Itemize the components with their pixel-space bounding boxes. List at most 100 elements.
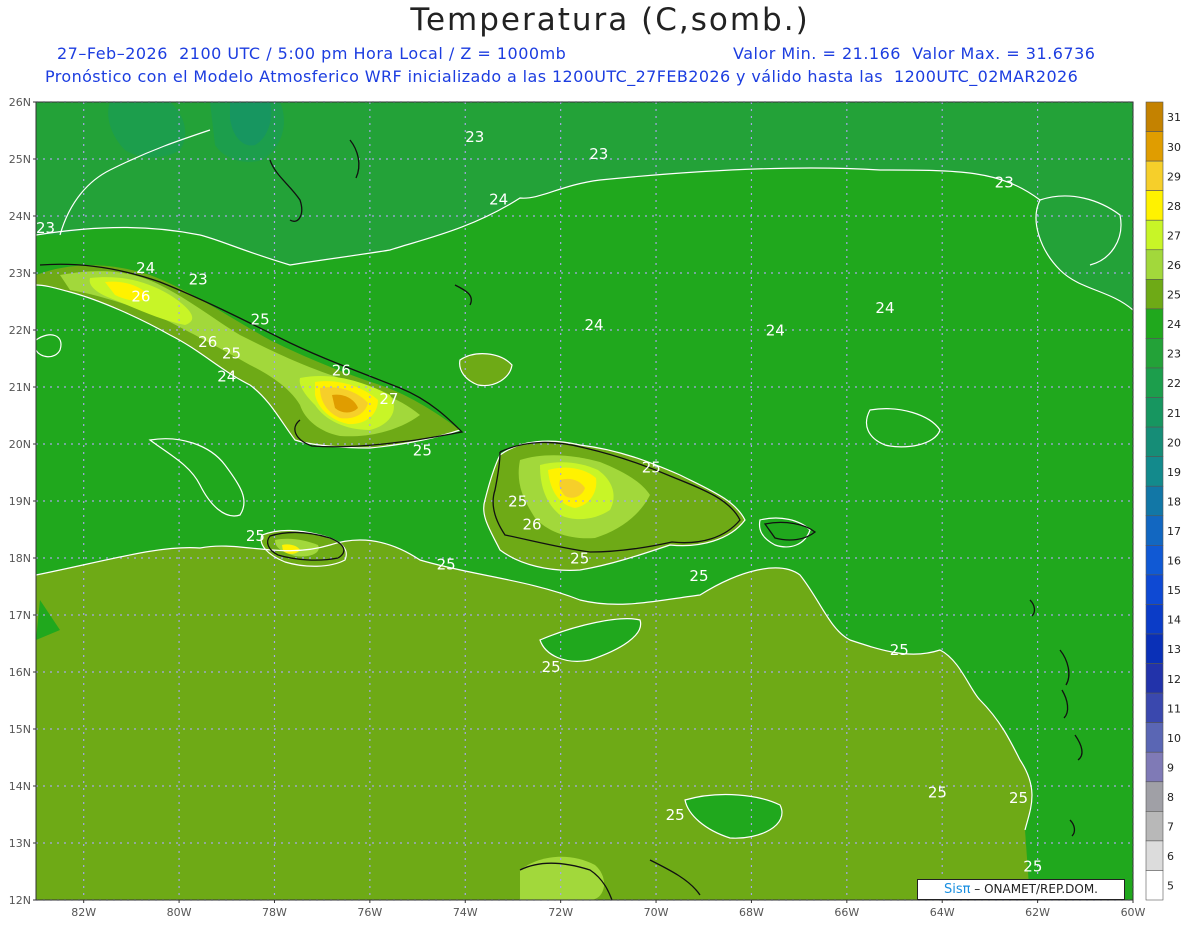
legend-label: 16 bbox=[1167, 555, 1181, 568]
contour-label: 26 bbox=[522, 516, 541, 534]
lat-label: 19N bbox=[9, 495, 31, 508]
contour-label: 25 bbox=[246, 527, 265, 545]
contour-label: 25 bbox=[890, 641, 909, 659]
contour-label: 24 bbox=[136, 259, 155, 277]
lon-label: 78W bbox=[262, 906, 287, 919]
legend-swatch bbox=[1145, 367, 1164, 398]
legend-swatch bbox=[1145, 397, 1164, 428]
contour-label: 25 bbox=[1023, 858, 1042, 876]
legend-swatch bbox=[1145, 456, 1164, 487]
legend-swatch bbox=[1145, 840, 1164, 871]
legend-swatch bbox=[1145, 811, 1164, 842]
legend-label: 19 bbox=[1167, 466, 1181, 479]
lon-label: 64W bbox=[930, 906, 955, 919]
lat-label: 16N bbox=[9, 666, 31, 679]
legend-swatch bbox=[1145, 781, 1164, 812]
lon-label: 74W bbox=[453, 906, 478, 919]
contour-label: 26 bbox=[332, 362, 351, 380]
legend-swatch bbox=[1145, 160, 1164, 191]
contour-label: 25 bbox=[508, 493, 527, 511]
legend-label: 27 bbox=[1167, 229, 1181, 242]
legend-label: 9 bbox=[1167, 761, 1174, 774]
contour-label: 24 bbox=[766, 322, 785, 340]
contour-label: 25 bbox=[542, 658, 561, 676]
legend-label: 18 bbox=[1167, 495, 1181, 508]
lon-label: 66W bbox=[834, 906, 859, 919]
contour-label: 25 bbox=[413, 441, 432, 459]
lon-label: 80W bbox=[167, 906, 192, 919]
legend-swatch bbox=[1145, 249, 1164, 280]
legend-label: 20 bbox=[1167, 436, 1181, 449]
legend-swatch bbox=[1145, 722, 1164, 753]
legend-swatch bbox=[1145, 485, 1164, 517]
legend-label: 29 bbox=[1167, 170, 1181, 183]
lat-label: 13N bbox=[9, 837, 31, 850]
longitude-labels: 82W 80W 78W 76W 74W 72W 70W 68W 66W 64W 62W 60W bbox=[71, 900, 1146, 919]
legend-swatch bbox=[1145, 279, 1164, 310]
legend-swatch bbox=[1145, 190, 1164, 221]
contour-label: 23 bbox=[465, 128, 484, 146]
sispi-logo: Sisπ bbox=[943, 882, 971, 897]
contour-label: 23 bbox=[36, 219, 55, 237]
legend-swatch bbox=[1145, 633, 1164, 664]
lon-label: 82W bbox=[71, 906, 96, 919]
legend-label: 23 bbox=[1167, 348, 1181, 361]
legend-swatch bbox=[1145, 604, 1164, 635]
contour-label: 25 bbox=[251, 310, 270, 328]
lon-label: 68W bbox=[739, 906, 764, 919]
color-legend: 31 30 29 28 27 26 25 24 23 22 21 20 19 18 17 16 15 14 13 12… bbox=[1145, 101, 1181, 901]
contour-label: 23 bbox=[995, 174, 1014, 192]
lat-label: 14N bbox=[9, 780, 31, 793]
legend-label: 28 bbox=[1167, 200, 1181, 213]
lon-label: 70W bbox=[644, 906, 669, 919]
lat-label: 15N bbox=[9, 723, 31, 736]
legend-label: 26 bbox=[1167, 259, 1181, 272]
latitude-labels: 26N 25N 24N 23N 22N 21N 20N 19N 18N 17N 16N 15N 14N 1… bbox=[9, 96, 36, 907]
lon-label: 76W bbox=[357, 906, 382, 919]
lat-label: 20N bbox=[9, 438, 31, 451]
contour-label: 25 bbox=[642, 459, 661, 477]
legend-label: 13 bbox=[1167, 643, 1181, 656]
contour-label: 24 bbox=[489, 191, 508, 209]
lat-label: 25N bbox=[9, 153, 31, 166]
legend-swatch bbox=[1145, 870, 1164, 901]
legend-label: 21 bbox=[1167, 407, 1181, 420]
legend-label: 10 bbox=[1167, 732, 1181, 745]
lat-label: 26N bbox=[9, 96, 31, 109]
legend-label: 5 bbox=[1167, 880, 1174, 893]
legend-swatch bbox=[1145, 692, 1164, 723]
contour-label: 25 bbox=[666, 806, 685, 824]
contour-label: 24 bbox=[217, 367, 236, 385]
lat-label: 24N bbox=[9, 210, 31, 223]
legend-swatch bbox=[1145, 545, 1164, 576]
contour-label: 23 bbox=[189, 270, 208, 288]
legend-swatch bbox=[1145, 219, 1164, 251]
legend-label: 12 bbox=[1167, 673, 1181, 686]
lon-label: 60W bbox=[1121, 906, 1146, 919]
contour-label: 25 bbox=[689, 567, 708, 585]
legend-label: 30 bbox=[1167, 141, 1181, 154]
legend-swatch bbox=[1145, 308, 1164, 339]
legend-swatch bbox=[1145, 663, 1164, 694]
contour-label: 25 bbox=[570, 550, 589, 568]
contour-label: 23 bbox=[589, 145, 608, 163]
legend-swatch bbox=[1145, 101, 1164, 132]
legend-swatch bbox=[1145, 574, 1164, 605]
credit-box: Sisπ – ONAMET/REP.DOM. bbox=[917, 879, 1125, 900]
legend-label: 7 bbox=[1167, 821, 1174, 834]
contour-label: 24 bbox=[875, 299, 894, 317]
legend-label: 15 bbox=[1167, 584, 1181, 597]
legend-swatch bbox=[1145, 515, 1164, 546]
credit-text: – ONAMET/REP.DOM. bbox=[974, 882, 1098, 896]
contour-label: 25 bbox=[437, 555, 456, 573]
legend-label: 24 bbox=[1167, 318, 1181, 331]
legend-swatch bbox=[1145, 751, 1164, 783]
lat-label: 17N bbox=[9, 609, 31, 622]
contour-label: 26 bbox=[198, 333, 217, 351]
temperature-map: 26N 25N 24N 23N 22N 21N 20N 19N 18N 17N 16N 15N 14N 1… bbox=[9, 96, 1181, 919]
lat-label: 23N bbox=[9, 267, 31, 280]
legend-label: 6 bbox=[1167, 850, 1174, 863]
lat-label: 18N bbox=[9, 552, 31, 565]
contour-label: 27 bbox=[379, 390, 398, 408]
legend-label: 11 bbox=[1167, 702, 1181, 715]
